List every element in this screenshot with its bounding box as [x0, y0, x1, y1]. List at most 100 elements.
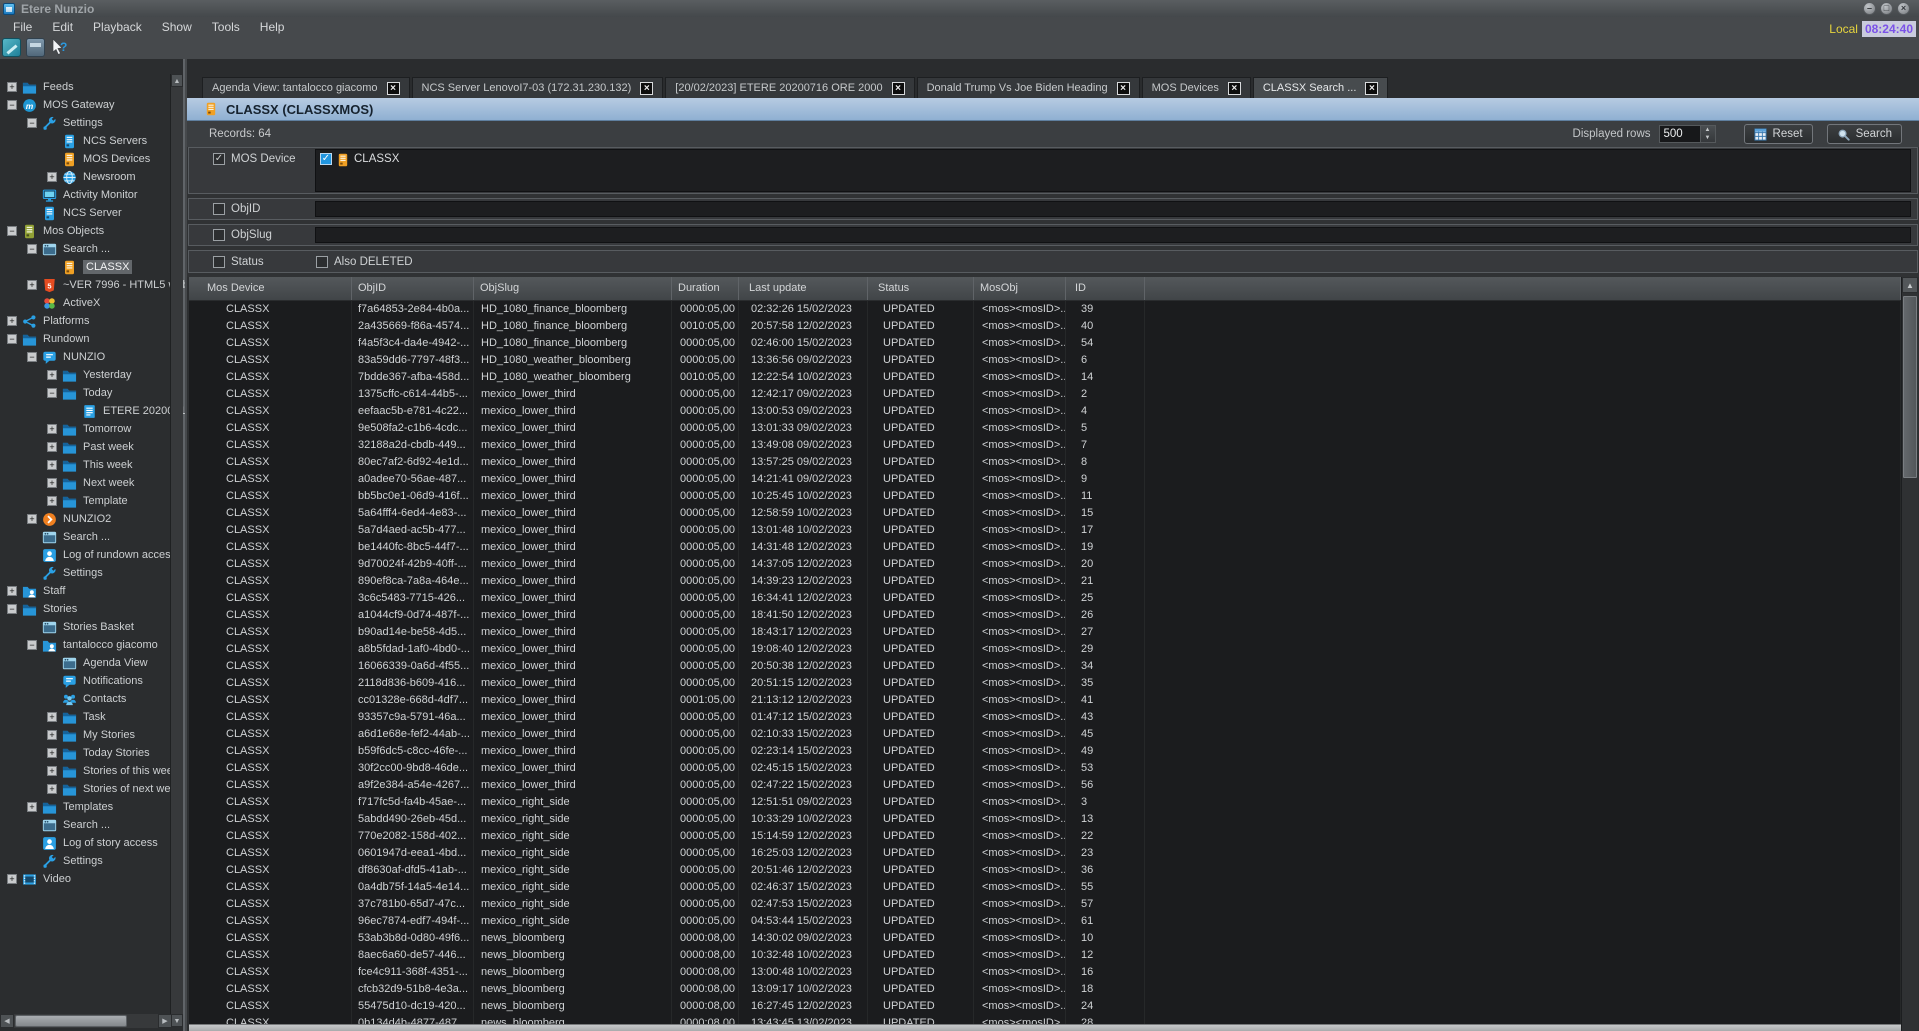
sidebar-item-mos-gateway[interactable]: −mMOS Gateway	[0, 96, 185, 114]
displayed-rows-stepper[interactable]: 500 ▲ ▼	[1659, 125, 1716, 143]
table-row[interactable]: CLASSX7bdde367-afba-458d...HD_1080_weath…	[189, 369, 1901, 386]
collapse-icon[interactable]: −	[7, 604, 17, 614]
expand-icon[interactable]: +	[7, 82, 17, 92]
expand-icon[interactable]: +	[47, 478, 57, 488]
expand-icon[interactable]: +	[47, 460, 57, 470]
table-row[interactable]: CLASSX32188a2d-cbdb-449...mexico_lower_t…	[189, 437, 1901, 454]
expand-icon[interactable]: +	[47, 748, 57, 758]
tab-close-icon[interactable]: ×	[640, 82, 653, 95]
menu-tools[interactable]: Tools	[202, 19, 250, 35]
device-list[interactable]: ✓ CLASSX	[315, 149, 1911, 192]
restore-icon[interactable]: □	[1880, 2, 1893, 15]
objid-checkbox[interactable]	[213, 203, 225, 215]
expand-icon[interactable]: +	[7, 586, 17, 596]
sidebar-item-log-of-story-access[interactable]: Log of story access	[0, 834, 185, 852]
table-row[interactable]: CLASSX5abdd490-26eb-45d...mexico_right_s…	[189, 811, 1901, 828]
sidebar-item-tantalocco-giacomo[interactable]: −tantalocco giacomo	[0, 636, 185, 654]
grid-horizontal-scrollbar[interactable]	[189, 1024, 1901, 1031]
table-row[interactable]: CLASSXeefaac5b-e781-4c22...mexico_lower_…	[189, 403, 1901, 420]
collapse-icon[interactable]: −	[7, 334, 17, 344]
tab-mos-devices[interactable]: MOS Devices×	[1142, 77, 1251, 98]
sidebar-item-notifications[interactable]: Notifications	[0, 672, 185, 690]
expand-icon[interactable]: +	[27, 514, 37, 524]
tab-close-icon[interactable]: ×	[1228, 82, 1241, 95]
collapse-icon[interactable]: −	[47, 388, 57, 398]
sidebar-item-agenda-view[interactable]: Agenda View	[0, 654, 185, 672]
sidebar-item-search[interactable]: Search ...	[0, 528, 185, 546]
table-row[interactable]: CLASSXa8b5fdad-1af0-4bd0-...mexico_lower…	[189, 641, 1901, 658]
displayed-rows-value[interactable]: 500	[1659, 125, 1701, 143]
scroll-right-icon[interactable]: ▶	[158, 1014, 172, 1028]
column-header-duration[interactable]: Duration	[672, 277, 739, 300]
sidebar-item-today[interactable]: −Today	[0, 384, 185, 402]
column-header-id[interactable]: ID	[1066, 277, 1145, 300]
sidebar-item-ncs-servers[interactable]: NCS Servers	[0, 132, 185, 150]
close-icon[interactable]: ×	[1897, 2, 1910, 15]
table-row[interactable]: CLASSXdf8630af-dfd5-41ab-...mexico_right…	[189, 862, 1901, 879]
menu-playback[interactable]: Playback	[83, 19, 152, 35]
tab-close-icon[interactable]: ×	[892, 82, 905, 95]
expand-icon[interactable]: +	[47, 424, 57, 434]
collapse-icon[interactable]: −	[7, 100, 17, 110]
table-row[interactable]: CLASSXf717fc5d-fa4b-45ae-...mexico_right…	[189, 794, 1901, 811]
objid-input[interactable]	[315, 201, 1911, 217]
table-row[interactable]: CLASSXa0adee70-56ae-487...mexico_lower_t…	[189, 471, 1901, 488]
objslug-checkbox[interactable]	[213, 229, 225, 241]
table-row[interactable]: CLASSXb59f6dc5-c8cc-46fe-...mexico_lower…	[189, 743, 1901, 760]
grid-vertical-scrollbar[interactable]: ▲	[1901, 277, 1918, 1031]
sidebar-item-settings[interactable]: −Settings	[0, 114, 185, 132]
also-deleted-checkbox[interactable]	[316, 256, 328, 268]
sidebar-item-platforms[interactable]: +Platforms	[0, 312, 185, 330]
sidebar-item-contacts[interactable]: Contacts	[0, 690, 185, 708]
table-row[interactable]: CLASSXcfcb32d9-51b8-4e3a...news_bloomber…	[189, 981, 1901, 998]
collapse-icon[interactable]: −	[27, 352, 37, 362]
table-row[interactable]: CLASSX8aec6a60-de57-446...news_bloomberg…	[189, 947, 1901, 964]
expand-icon[interactable]: +	[47, 730, 57, 740]
sidebar-item-tomorrow[interactable]: +Tomorrow	[0, 420, 185, 438]
table-row[interactable]: CLASSX93357c9a-5791-46a...mexico_lower_t…	[189, 709, 1901, 726]
expand-icon[interactable]: +	[7, 316, 17, 326]
expand-icon[interactable]: +	[7, 874, 17, 884]
tab-agenda-view-tantalocco-giacomo[interactable]: Agenda View: tantalocco giacomo×	[202, 77, 410, 98]
table-row[interactable]: CLASSX30f2cc00-9bd8-46de...mexico_lower_…	[189, 760, 1901, 777]
table-row[interactable]: CLASSX9e508fa2-c1b6-4cdc...mexico_lower_…	[189, 420, 1901, 437]
sidebar-item-newsroom[interactable]: +Newsroom	[0, 168, 185, 186]
collapse-icon[interactable]: −	[27, 118, 37, 128]
sidebar-item-mos-objects[interactable]: −Mos Objects	[0, 222, 185, 240]
column-header-last-update[interactable]: Last update	[739, 277, 868, 300]
sidebar-item-mos-devices[interactable]: MOS Devices	[0, 150, 185, 168]
sidebar-item-next-week[interactable]: +Next week	[0, 474, 185, 492]
panel-tool-icon[interactable]	[26, 38, 45, 57]
sidebar-item-stories-basket[interactable]: Stories Basket	[0, 618, 185, 636]
sidebar-item-nunzio[interactable]: −NUNZIO	[0, 348, 185, 366]
tab-classx-search[interactable]: CLASSX Search ...×	[1253, 77, 1389, 98]
table-row[interactable]: CLASSX2118d836-b609-416...mexico_lower_t…	[189, 675, 1901, 692]
table-row[interactable]: CLASSX5a7d4aed-ac5b-477...mexico_lower_t…	[189, 522, 1901, 539]
collapse-icon[interactable]: −	[27, 244, 37, 254]
sidebar-item-feeds[interactable]: +Feeds	[0, 78, 185, 96]
expand-icon[interactable]: +	[47, 712, 57, 722]
table-row[interactable]: CLASSXf4a5f3c4-da4e-4942-...HD_1080_fina…	[189, 335, 1901, 352]
table-row[interactable]: CLASSX9d70024f-42b9-40ff-...mexico_lower…	[189, 556, 1901, 573]
tab-20-02-2023-etere-20200716-ore-2000[interactable]: [20/02/2023] ETERE 20200716 ORE 2000×	[665, 77, 914, 98]
table-row[interactable]: CLASSX1375cffc-c614-44b5-...mexico_lower…	[189, 386, 1901, 403]
collapse-icon[interactable]: −	[27, 640, 37, 650]
sidebar-item-task[interactable]: +Task	[0, 708, 185, 726]
sidebar-item-staff[interactable]: +Staff	[0, 582, 185, 600]
collapse-icon[interactable]: −	[7, 226, 17, 236]
sidebar-item-ver-7996-html5-web-m[interactable]: +5~VER 7996 - HTML5 web M	[0, 276, 185, 294]
scrollbar-thumb[interactable]	[1903, 296, 1917, 478]
search-button[interactable]: Search	[1827, 124, 1902, 144]
scroll-down-icon[interactable]: ▼	[171, 1014, 183, 1027]
sidebar-item-my-stories[interactable]: +My Stories	[0, 726, 185, 744]
sidebar-item-search[interactable]: Search ...	[0, 816, 185, 834]
column-header-status[interactable]: Status	[868, 277, 974, 300]
expand-icon[interactable]: +	[47, 766, 57, 776]
sidebar-item-search[interactable]: −Search ...	[0, 240, 185, 258]
expand-icon[interactable]: +	[47, 442, 57, 452]
table-row[interactable]: CLASSXb90ad14e-be58-4d5...mexico_lower_t…	[189, 624, 1901, 641]
table-row[interactable]: CLASSXa1044cf9-0d74-487f-...mexico_lower…	[189, 607, 1901, 624]
column-header-mos-device[interactable]: Mos Device	[189, 277, 352, 300]
expand-icon[interactable]: +	[47, 172, 57, 182]
sidebar-item-yesterday[interactable]: +Yesterday	[0, 366, 185, 384]
